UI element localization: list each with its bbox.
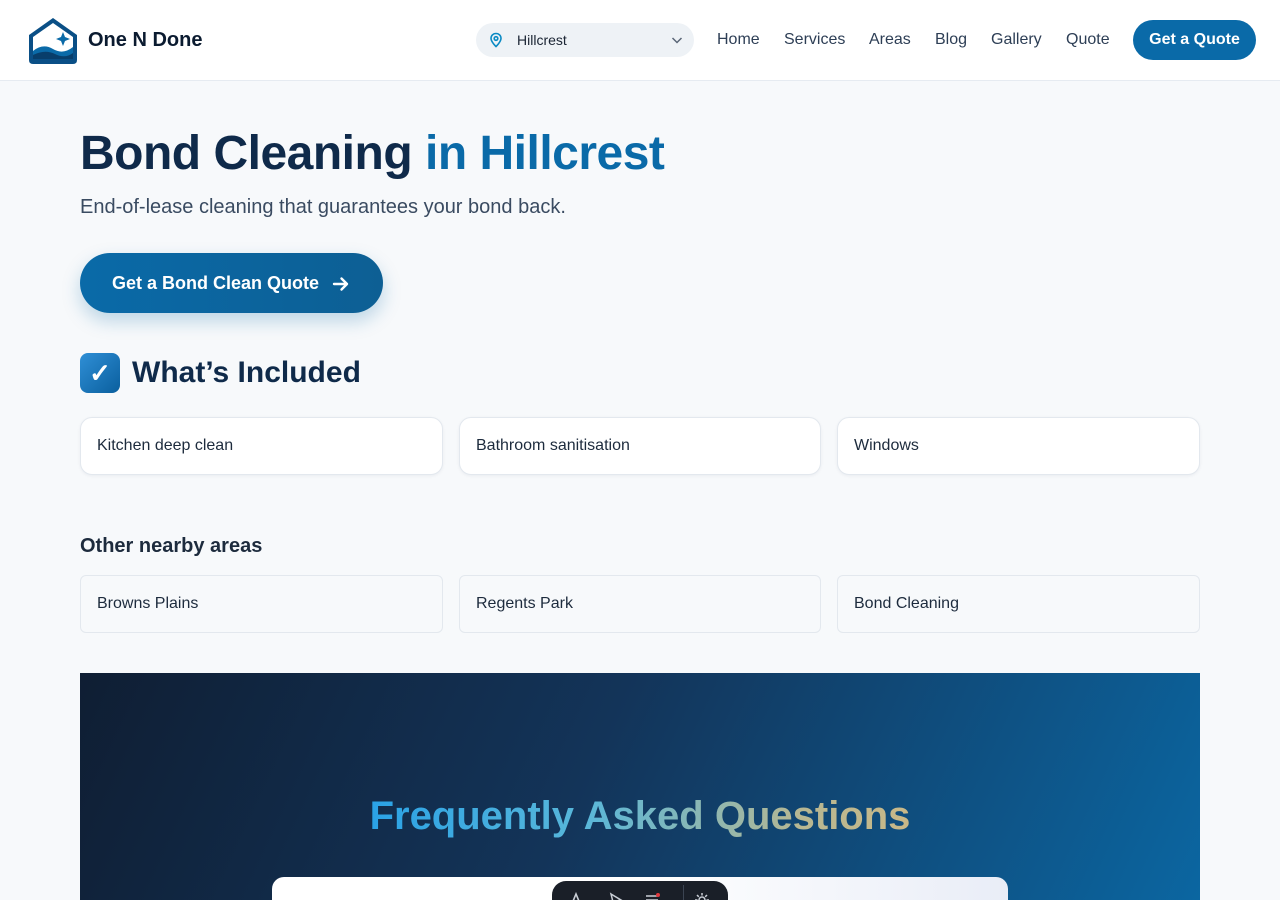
- location-select[interactable]: Hillcrest: [476, 23, 694, 57]
- nav-gallery[interactable]: Gallery: [991, 31, 1042, 49]
- map-pin-icon: [490, 32, 502, 48]
- page-title-main: Bond Cleaning: [80, 127, 413, 180]
- nearby-areas-title: Other nearby areas: [80, 535, 263, 557]
- chevron-down-icon: [671, 37, 683, 44]
- included-section-title: What’s Included: [132, 356, 361, 389]
- included-item-label: Bathroom sanitisation: [476, 437, 630, 454]
- included-item-kitchen: Kitchen deep clean: [80, 417, 443, 475]
- faq-title: Frequently Asked Questions: [80, 795, 1200, 837]
- included-item-label: Windows: [854, 437, 919, 454]
- included-item-bathroom: Bathroom sanitisation: [459, 417, 821, 475]
- menu-icon[interactable]: [644, 892, 660, 900]
- gear-icon[interactable]: [694, 892, 710, 900]
- nav-services[interactable]: Services: [784, 31, 845, 49]
- floating-toolbar[interactable]: [552, 881, 728, 900]
- faq-title-text: Frequently Asked Questions: [369, 794, 911, 838]
- nearby-area-browns-plains[interactable]: Browns Plains: [80, 575, 443, 633]
- nearby-area-label: Browns Plains: [97, 595, 199, 612]
- nav-quote[interactable]: Quote: [1066, 31, 1110, 49]
- get-quote-button[interactable]: Get a Quote: [1133, 20, 1256, 60]
- page-title: Bond Cleaning in Hillcrest: [80, 126, 665, 182]
- nearby-area-bond-cleaning[interactable]: Bond Cleaning: [837, 575, 1200, 633]
- nearby-area-label: Regents Park: [476, 595, 573, 612]
- nav-blog[interactable]: Blog: [935, 31, 967, 49]
- location-select-value: Hillcrest: [517, 32, 567, 48]
- text-icon[interactable]: [568, 892, 584, 900]
- cursor-icon[interactable]: [608, 892, 624, 900]
- nearby-area-label: Bond Cleaning: [854, 595, 959, 612]
- site-header: One N Done Hillcrest Home Services Areas…: [0, 0, 1280, 81]
- page-title-location: in Hillcrest: [425, 127, 665, 180]
- bond-clean-quote-label: Get a Bond Clean Quote: [112, 273, 320, 293]
- brand-logo-icon[interactable]: [25, 15, 81, 65]
- nav-areas[interactable]: Areas: [869, 31, 911, 49]
- brand-name[interactable]: One N Done: [88, 29, 202, 51]
- nav-home[interactable]: Home: [717, 31, 760, 49]
- included-item-windows: Windows: [837, 417, 1200, 475]
- check-icon: ✓: [80, 353, 120, 393]
- page-subtitle: End-of-lease cleaning that guarantees yo…: [80, 196, 566, 218]
- nearby-area-regents-park[interactable]: Regents Park: [459, 575, 821, 633]
- arrow-right-icon: [332, 277, 349, 291]
- toolbar-divider: [683, 885, 684, 900]
- faq-section: Frequently Asked Questions: [80, 673, 1200, 900]
- included-item-label: Kitchen deep clean: [97, 437, 234, 454]
- bond-clean-quote-button[interactable]: Get a Bond Clean Quote: [80, 253, 383, 313]
